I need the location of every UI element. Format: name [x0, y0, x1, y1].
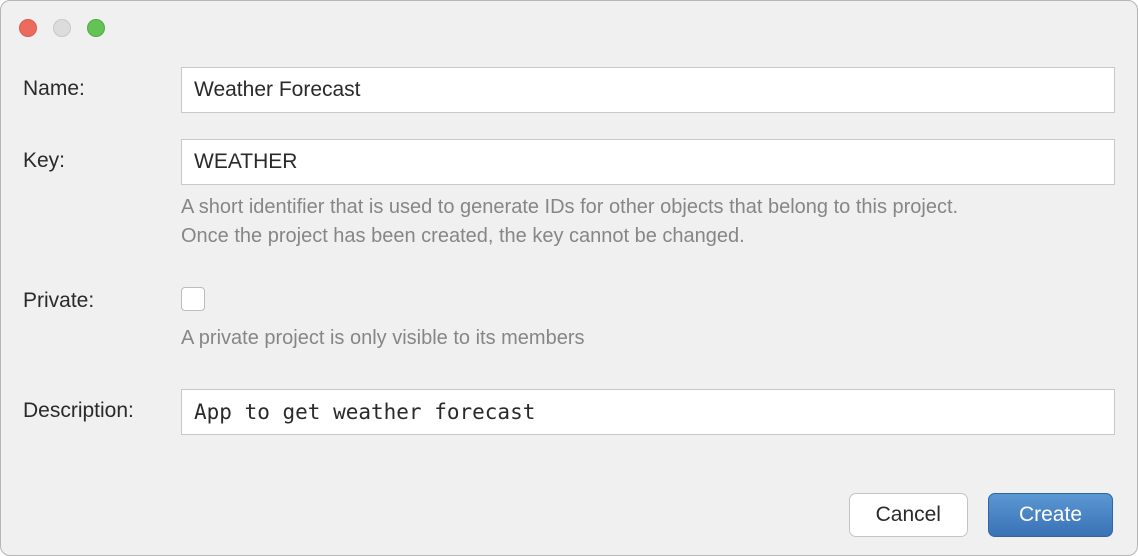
key-hint: A short identifier that is used to gener…	[181, 193, 1115, 251]
key-hint-line2: Once the project has been created, the k…	[181, 222, 1115, 251]
dialog-window: Name: Key: A short identifier that is us…	[0, 0, 1138, 556]
close-window-button[interactable]	[19, 19, 37, 37]
description-label: Description:	[23, 389, 181, 423]
private-label: Private:	[23, 287, 181, 313]
form-content: Name: Key: A short identifier that is us…	[23, 67, 1115, 451]
name-label: Name:	[23, 67, 181, 101]
private-hint: A private project is only visible to its…	[181, 324, 1115, 353]
name-input[interactable]	[181, 67, 1115, 113]
name-row: Name:	[23, 67, 1115, 113]
description-input[interactable]	[181, 389, 1115, 435]
minimize-window-button[interactable]	[53, 19, 71, 37]
dialog-buttons: Cancel Create	[849, 493, 1113, 537]
window-controls	[19, 19, 105, 37]
key-input[interactable]	[181, 139, 1115, 185]
zoom-window-button[interactable]	[87, 19, 105, 37]
cancel-button[interactable]: Cancel	[849, 493, 968, 537]
private-row: Private: A private project is only visib…	[23, 287, 1115, 353]
create-button[interactable]: Create	[988, 493, 1113, 537]
key-label: Key:	[23, 139, 181, 173]
private-checkbox[interactable]	[181, 287, 205, 311]
key-row: Key: A short identifier that is used to …	[23, 139, 1115, 251]
key-hint-line1: A short identifier that is used to gener…	[181, 193, 1115, 222]
description-row: Description:	[23, 389, 1115, 435]
